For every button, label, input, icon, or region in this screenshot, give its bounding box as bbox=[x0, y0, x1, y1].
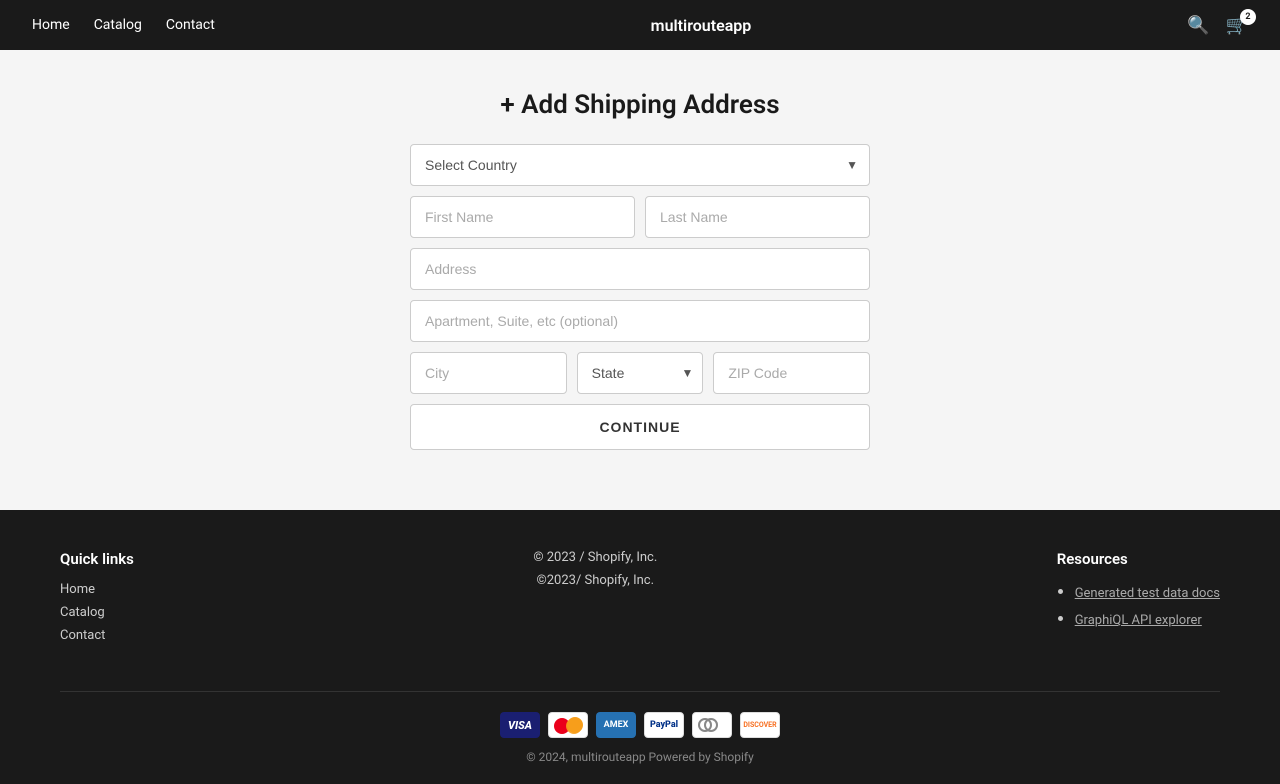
visa-payment-icon: VISA bbox=[500, 712, 540, 738]
footer-copyright-main: © 2023 / Shopify, Inc. bbox=[533, 550, 657, 565]
city-input[interactable] bbox=[410, 352, 567, 394]
nav-actions: 🔍 🛒 2 bbox=[1187, 15, 1248, 36]
resource-link-1[interactable]: Generated test data docs bbox=[1075, 586, 1220, 601]
country-select-wrapper: Select Country United States Canada Unit… bbox=[410, 144, 870, 186]
address-input[interactable] bbox=[410, 248, 870, 290]
amex-payment-icon: AMEX bbox=[596, 712, 636, 738]
page-title: + Add Shipping Address bbox=[500, 90, 779, 120]
city-state-zip-row: State Alabama California New York Texas … bbox=[410, 352, 870, 394]
continue-button[interactable]: CONTINUE bbox=[410, 404, 870, 450]
footer-copyright-sub: ©2023/ Shopify, Inc. bbox=[533, 573, 657, 588]
name-row bbox=[410, 196, 870, 238]
resource-item: GraphiQL API explorer bbox=[1075, 609, 1220, 628]
footer-top: Quick links Home Catalog Contact © 2023 … bbox=[60, 550, 1220, 651]
first-name-input[interactable] bbox=[410, 196, 635, 238]
main-content: + Add Shipping Address Select Country Un… bbox=[0, 50, 1280, 510]
footer-divider bbox=[60, 691, 1220, 692]
search-icon[interactable]: 🔍 bbox=[1187, 15, 1209, 36]
last-name-input[interactable] bbox=[645, 196, 870, 238]
apt-input[interactable] bbox=[410, 300, 870, 342]
cart-icon[interactable]: 🛒 2 bbox=[1226, 15, 1248, 36]
diners-payment-icon bbox=[692, 712, 732, 738]
footer-resources: Resources Generated test data docs Graph… bbox=[1057, 550, 1220, 651]
footer: Quick links Home Catalog Contact © 2023 … bbox=[0, 510, 1280, 784]
nav-links: Home Catalog Contact bbox=[32, 17, 215, 33]
resources-heading: Resources bbox=[1057, 550, 1220, 568]
footer-quick-links: Quick links Home Catalog Contact bbox=[60, 550, 134, 651]
brand-logo: multirouteapp bbox=[651, 16, 752, 35]
nav-contact[interactable]: Contact bbox=[166, 17, 215, 33]
footer-link-home[interactable]: Home bbox=[60, 582, 134, 597]
footer-link-catalog[interactable]: Catalog bbox=[60, 605, 134, 620]
footer-bottom-copy: © 2024, multirouteapp Powered by Shopify bbox=[526, 750, 754, 764]
resource-link-2[interactable]: GraphiQL API explorer bbox=[1075, 613, 1220, 628]
footer-link-contact[interactable]: Contact bbox=[60, 628, 134, 643]
cart-badge: 2 bbox=[1240, 9, 1256, 25]
footer-center: © 2023 / Shopify, Inc. ©2023/ Shopify, I… bbox=[533, 550, 657, 651]
shipping-form: Select Country United States Canada Unit… bbox=[410, 144, 870, 450]
country-select[interactable]: Select Country United States Canada Unit… bbox=[410, 144, 870, 186]
zip-input[interactable] bbox=[713, 352, 870, 394]
nav-catalog[interactable]: Catalog bbox=[94, 17, 142, 33]
quick-links-heading: Quick links bbox=[60, 550, 134, 568]
nav-home[interactable]: Home bbox=[32, 17, 70, 33]
state-select-wrapper: State Alabama California New York Texas … bbox=[577, 352, 704, 394]
navbar: Home Catalog Contact multirouteapp 🔍 🛒 2 bbox=[0, 0, 1280, 50]
state-select[interactable]: State Alabama California New York Texas bbox=[577, 352, 704, 394]
discover-payment-icon: DISCOVER bbox=[740, 712, 780, 738]
resource-item: Generated test data docs bbox=[1075, 582, 1220, 601]
mastercard-payment-icon bbox=[548, 712, 588, 738]
paypal-payment-icon: PayPal bbox=[644, 712, 684, 738]
payment-icons: VISA AMEX PayPal DISCOVER bbox=[500, 712, 780, 738]
